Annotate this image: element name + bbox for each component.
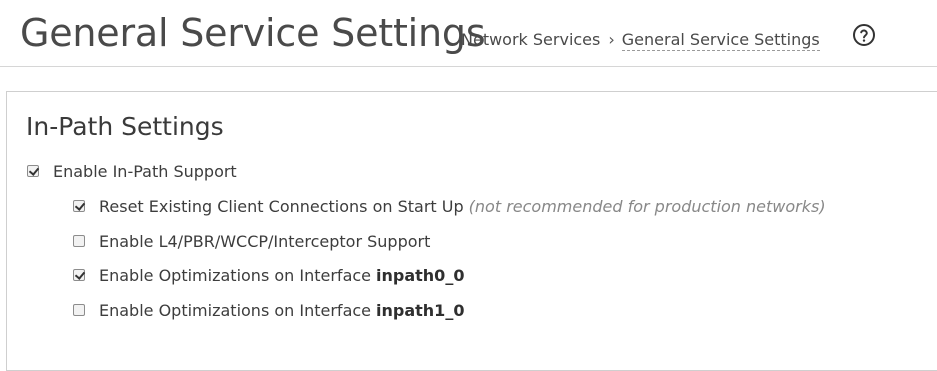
breadcrumb: Network Services › General Service Setting… xyxy=(461,29,820,51)
l4-pbr-wccp-interceptor-option[interactable]: Enable L4/PBR/WCCP/Interceptor Support xyxy=(73,230,430,252)
reset-connections-checkbox[interactable] xyxy=(73,200,85,212)
breadcrumb-current-page[interactable]: General Service Settings xyxy=(621,30,820,51)
breadcrumb-separator: › xyxy=(608,30,615,49)
l4-pbr-wccp-interceptor-checkbox[interactable] xyxy=(73,235,85,247)
l4-pbr-wccp-interceptor-label: Enable L4/PBR/WCCP/Interceptor Support xyxy=(99,231,431,251)
page-title: General Service Settings xyxy=(20,11,486,55)
optimize-inpath0-checkbox[interactable] xyxy=(73,269,85,281)
optimize-inpath0-label: Enable Optimizations on Interface xyxy=(99,265,372,285)
reset-connections-label: Reset Existing Client Connections on Sta… xyxy=(99,196,464,216)
breadcrumb-network-services[interactable]: Network Services xyxy=(461,30,600,49)
enable-in-path-support-checkbox[interactable] xyxy=(27,165,39,177)
reset-connections-option[interactable]: Reset Existing Client Connections on Sta… xyxy=(73,195,826,217)
optimize-inpath0-option[interactable]: Enable Optimizations on Interface inpath… xyxy=(73,264,464,286)
optimize-inpath1-checkbox[interactable] xyxy=(73,304,85,316)
optimize-inpath1-label: Enable Optimizations on Interface xyxy=(99,300,372,320)
interface-name-inpath1: inpath1_0 xyxy=(376,300,465,320)
interface-name-inpath0: inpath0_0 xyxy=(376,265,465,285)
enable-in-path-support-option[interactable]: Enable In-Path Support xyxy=(27,160,237,182)
optimize-inpath1-option[interactable]: Enable Optimizations on Interface inpath… xyxy=(73,299,464,321)
reset-connections-note: (not recommended for production networks… xyxy=(468,196,826,216)
enable-in-path-support-label: Enable In-Path Support xyxy=(53,161,237,181)
section-title-in-path-settings: In-Path Settings xyxy=(26,112,224,141)
page-header: General Service Settings Network Service… xyxy=(0,0,937,67)
question-circle-icon[interactable] xyxy=(852,23,876,47)
